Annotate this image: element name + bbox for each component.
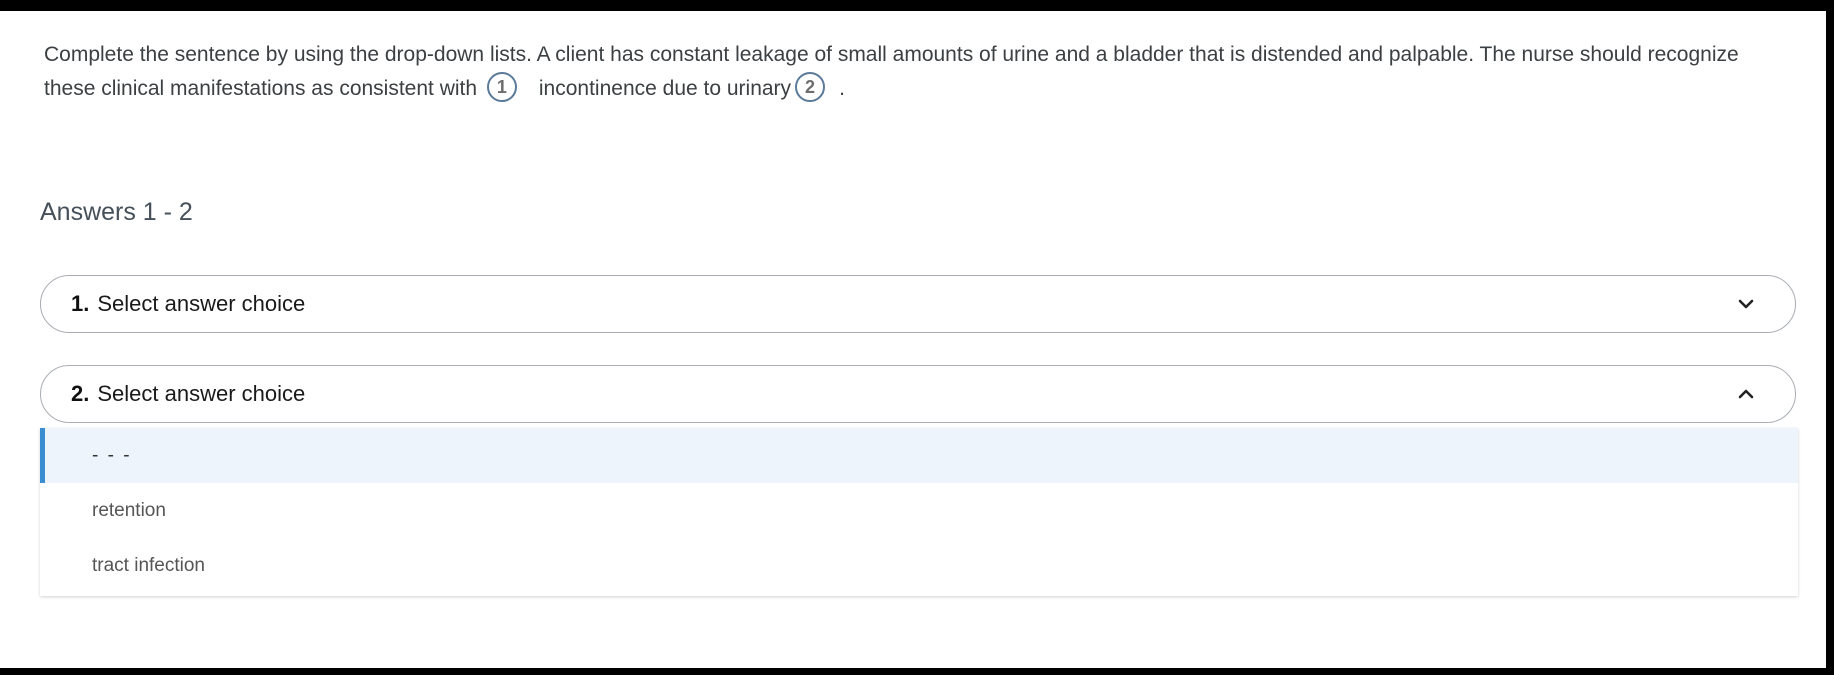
question-text-part3: . [839,77,845,100]
dropdown-option-tract-infection[interactable]: tract infection [40,538,1798,593]
dropdown-option-placeholder[interactable]: - - - [40,428,1798,483]
dropdown-option-retention[interactable]: retention [40,483,1798,538]
question-text-part1: Complete the sentence by using the drop-… [44,43,1739,100]
chevron-up-icon[interactable] [1737,385,1755,403]
blank-marker-2[interactable]: 2 [795,72,826,103]
dropdown-menu-2: - - - retention tract infection [40,428,1798,596]
dropdown-number: 1. [71,291,90,316]
dropdown-number: 2. [71,381,90,406]
dropdown-label: Select answer choice [97,291,306,316]
answer-dropdown-1[interactable]: 1. Select answer choice [40,275,1796,333]
chevron-down-icon[interactable] [1737,295,1755,313]
frame-edge [0,300,8,370]
blank-marker-1[interactable]: 1 [486,72,517,103]
dropdown-label: Select answer choice [97,381,306,406]
question-text-part2: incontinence due to urinary [538,77,792,100]
answers-heading: Answers 1 - 2 [40,198,193,226]
answer-dropdown-2[interactable]: 2. Select answer choice [40,365,1796,423]
frame-edge [1826,370,1834,675]
question-text: Complete the sentence by using the drop-… [44,38,1784,106]
frame-edge [1826,0,1834,302]
